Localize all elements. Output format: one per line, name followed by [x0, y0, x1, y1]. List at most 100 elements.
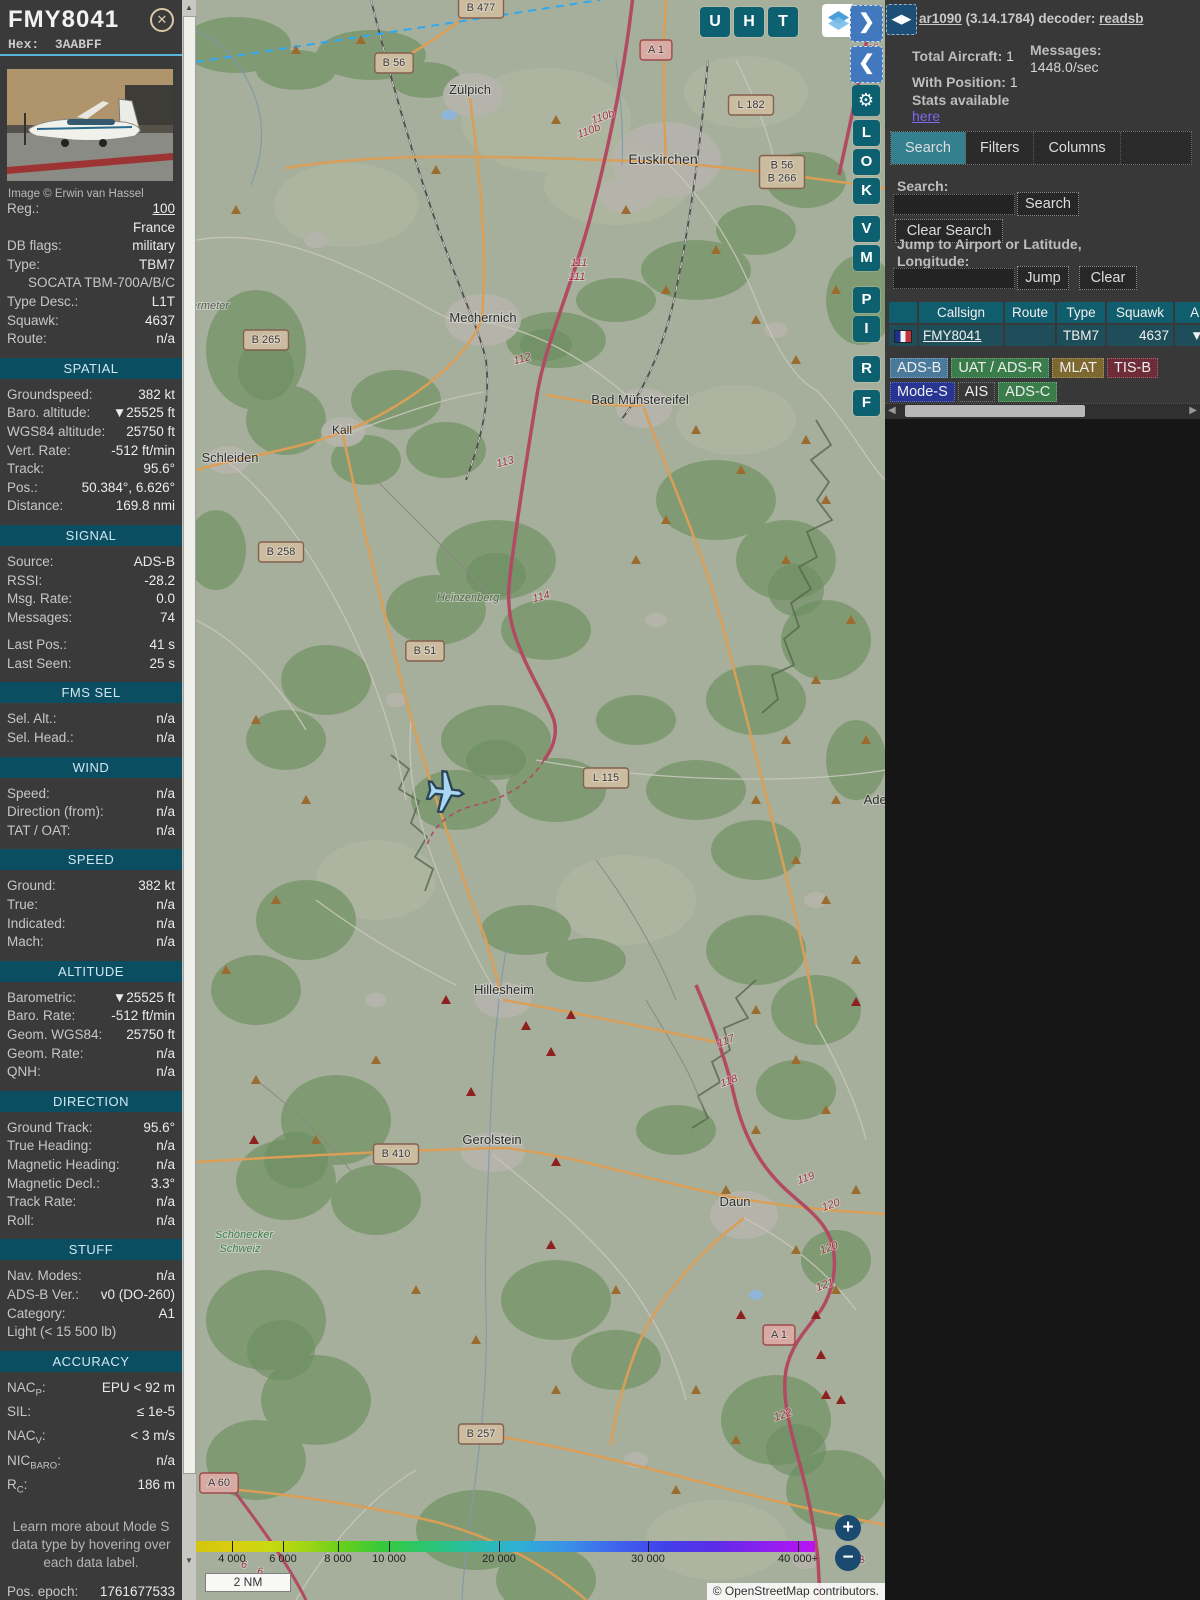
data-value: 50.384°, 6.626° — [81, 479, 175, 495]
tab-columns[interactable]: Columns — [1034, 132, 1121, 164]
map-button-k[interactable]: K — [853, 178, 880, 204]
map-canvas[interactable]: Zülpich Euskirchen Mechernich Bad Münsterei… — [196, 0, 885, 1600]
data-label: Baro. Rate: — [7, 1008, 76, 1024]
data-value: -512 ft/min — [111, 1008, 175, 1024]
stats-here-link[interactable]: here — [912, 108, 940, 124]
data-value: n/a — [156, 1194, 175, 1210]
tab-search[interactable]: Search — [891, 132, 966, 164]
table-cell[interactable]: FMY8041 — [919, 325, 1003, 346]
data-label: RC: — [7, 1476, 28, 1496]
data-value: n/a — [156, 730, 175, 746]
scroll-right-icon[interactable]: ▶ — [1189, 404, 1197, 418]
table-cell[interactable] — [889, 325, 917, 346]
column-header[interactable] — [889, 302, 917, 323]
data-label: Indicated: — [7, 915, 66, 931]
map-button-v[interactable]: V — [853, 216, 880, 242]
filter-badge-mode-s[interactable]: Mode-S — [890, 382, 955, 402]
map-button-t[interactable]: T — [768, 7, 798, 37]
road-number-label: 111 — [569, 271, 586, 283]
table-cell[interactable]: ▼25525 — [1175, 325, 1200, 346]
collapse-panel-icon[interactable]: ❮ — [850, 46, 883, 83]
jump-input[interactable] — [893, 268, 1015, 289]
data-row: Track: 95.6° — [0, 460, 182, 479]
data-row: Last Seen: 25 s — [0, 655, 182, 674]
data-row: TAT / OAT: n/a — [0, 822, 182, 841]
table-horizontal-scrollbar[interactable]: ◀ ▶ — [885, 403, 1200, 420]
column-header[interactable]: Route — [1005, 302, 1055, 323]
map-button-i[interactable]: I — [853, 316, 880, 342]
hscroll-thumb[interactable] — [905, 405, 1085, 417]
data-value-link[interactable]: 100 — [152, 200, 175, 219]
search-button[interactable]: Search — [1017, 192, 1079, 216]
map-button-u[interactable]: U — [700, 7, 730, 37]
panel-toggle-icon[interactable]: ◀▶ — [886, 4, 917, 35]
filter-badge-ads-b[interactable]: ADS-B — [890, 358, 949, 378]
road-shield: B 410 — [372, 1143, 420, 1165]
column-header[interactable]: Callsign — [919, 302, 1003, 323]
column-header[interactable]: Squawk — [1107, 302, 1173, 323]
road-shield: B 56 — [374, 52, 414, 74]
table-cell[interactable]: TBM7 — [1057, 325, 1105, 346]
map-button-l[interactable]: L — [853, 120, 880, 146]
filter-badge-ads-c[interactable]: ADS-C — [998, 382, 1058, 402]
app-title: ar1090 (3.14.1784) decoder: readsb — [919, 11, 1143, 26]
filter-badge-uat-ads-r[interactable]: UAT / ADS-R — [951, 358, 1050, 378]
close-icon[interactable]: ✕ — [150, 8, 174, 32]
data-value: ADS-B — [133, 553, 175, 569]
scroll-left-icon[interactable]: ◀ — [888, 404, 896, 418]
map-button-f[interactable]: F — [853, 390, 880, 416]
callsign-link[interactable]: FMY8041 — [923, 328, 982, 343]
zoom-out-button[interactable]: − — [835, 1545, 861, 1571]
tab-filters[interactable]: Filters — [966, 132, 1035, 164]
app-link[interactable]: ar1090 — [919, 11, 962, 26]
altitude-legend-bar — [196, 1541, 815, 1552]
data-row: NICBARO: n/a — [0, 1452, 182, 1476]
clear-jump-button[interactable]: Clear — [1079, 266, 1137, 290]
scroll-down-icon[interactable]: ▼ — [182, 1556, 196, 1565]
filter-badge-ais[interactable]: AIS — [957, 382, 996, 402]
table-row[interactable]: FMY8041 TBM74637▼25525 — [889, 325, 1200, 346]
expand-panel-icon[interactable]: ❯ — [850, 5, 883, 42]
filter-badge-tis-b[interactable]: TIS-B — [1107, 358, 1159, 378]
zoom-in-button[interactable]: + — [835, 1515, 861, 1541]
legend-tick-label: 40 000+ — [777, 1553, 819, 1565]
data-row: Reg.: 100 — [0, 200, 182, 219]
aircraft-photo[interactable] — [7, 69, 173, 181]
data-row: Type: TBM7 — [0, 256, 182, 275]
map-button-m[interactable]: M — [853, 245, 880, 271]
gear-icon[interactable]: ⚙ — [852, 85, 880, 116]
table-cell[interactable] — [1005, 325, 1055, 346]
data-label: Speed: — [7, 785, 50, 801]
road-shield-label: B 410 — [382, 1148, 411, 1160]
search-input[interactable] — [893, 194, 1015, 215]
filter-badge-mlat[interactable]: MLAT — [1052, 358, 1104, 378]
data-value: n/a — [156, 1138, 175, 1154]
scrollbar-thumb[interactable] — [183, 16, 196, 1474]
data-value: n/a — [156, 822, 175, 838]
map-button-h[interactable]: H — [734, 7, 764, 37]
aircraft-detail-panel: FMY8041 Hex: 3AABFF ✕ Image © Erwin van … — [0, 0, 182, 1600]
sidebar-scrollbar[interactable]: ▲ ▼ — [182, 0, 196, 1600]
data-row: WGS84 altitude: 25750 ft — [0, 423, 182, 442]
data-value: EPU < 92 m — [101, 1379, 175, 1395]
table-cell[interactable]: 4637 — [1107, 325, 1173, 346]
map-button-p[interactable]: P — [853, 287, 880, 313]
decoder-link[interactable]: readsb — [1099, 11, 1143, 26]
map-button-r[interactable]: R — [853, 356, 880, 382]
data-value: n/a — [156, 1156, 175, 1172]
data-value: n/a — [156, 1045, 175, 1061]
panel-lower-area — [885, 419, 1200, 1600]
source-filter-badges: ADS-B UAT / ADS-R MLAT TIS-B Mode-S AIS ADS-C — [890, 356, 1190, 404]
photo-credit: Image © Erwin van Hassel — [8, 188, 144, 200]
road-shield: A 1 — [762, 1324, 796, 1346]
scroll-up-icon[interactable]: ▲ — [182, 3, 196, 12]
jump-button[interactable]: Jump — [1017, 266, 1069, 290]
data-label: WGS84 altitude: — [7, 423, 106, 439]
map-button-o[interactable]: O — [853, 149, 880, 175]
flag-icon — [894, 329, 912, 343]
road-shield-label: B 56 — [383, 57, 406, 69]
column-header[interactable]: Type — [1057, 302, 1105, 323]
data-row: Light (< 15 500 lb) — [0, 1323, 182, 1342]
column-header[interactable]: Alt. (ft) — [1175, 302, 1200, 323]
data-row: Messages: 74 — [0, 609, 182, 628]
